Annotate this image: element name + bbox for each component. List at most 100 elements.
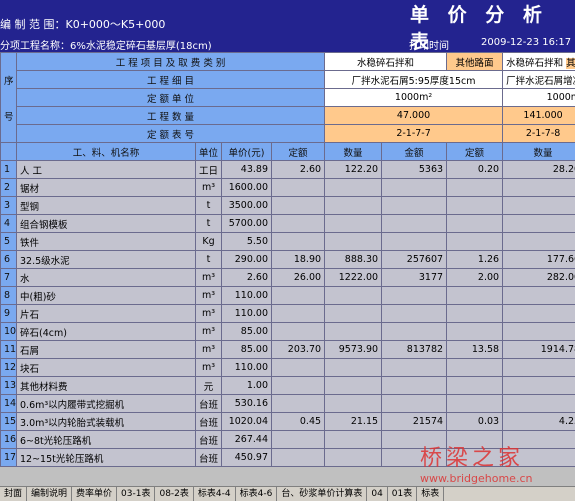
quota-value[interactable]	[272, 431, 325, 449]
quantity2-value[interactable]: 28.20	[503, 161, 575, 179]
amount-value[interactable]	[382, 359, 447, 377]
quota-value[interactable]: 18.90	[272, 251, 325, 269]
quantity-value[interactable]	[325, 287, 382, 305]
quantity2-value[interactable]	[503, 215, 575, 233]
quota2-value[interactable]	[447, 287, 503, 305]
quota2-value[interactable]	[447, 215, 503, 233]
quantity2-value[interactable]	[503, 179, 575, 197]
col2-detail[interactable]: 厂拌水泥石屑增减1	[503, 71, 575, 89]
quantity-value[interactable]: 122.20	[325, 161, 382, 179]
quota2-value[interactable]	[447, 179, 503, 197]
quantity-value[interactable]	[325, 215, 382, 233]
quota-value[interactable]	[272, 215, 325, 233]
amount-value[interactable]	[382, 233, 447, 251]
quota2-value[interactable]	[447, 197, 503, 215]
quantity2-value[interactable]	[503, 395, 575, 413]
quota2-value[interactable]: 2.00	[447, 269, 503, 287]
quantity-value[interactable]	[325, 449, 382, 467]
quota2-value[interactable]	[447, 359, 503, 377]
amount-value[interactable]: 5363	[382, 161, 447, 179]
amount-value[interactable]: 21574	[382, 413, 447, 431]
quantity2-value[interactable]	[503, 287, 575, 305]
quota2-value[interactable]	[447, 377, 503, 395]
quota-value[interactable]	[272, 197, 325, 215]
amount-value[interactable]: 257607	[382, 251, 447, 269]
amount-value[interactable]	[382, 323, 447, 341]
sheet-tab[interactable]: 08-2表	[155, 487, 193, 501]
quota-value[interactable]: 2.60	[272, 161, 325, 179]
quota2-value[interactable]	[447, 233, 503, 251]
col2-quantity[interactable]: 141.000	[503, 107, 575, 125]
quantity-value[interactable]	[325, 377, 382, 395]
sheet-tab[interactable]: 台、砂浆单价计算表	[277, 487, 367, 501]
quantity-value[interactable]	[325, 359, 382, 377]
quantity-value[interactable]: 888.30	[325, 251, 382, 269]
col1-table-no[interactable]: 2-1-7-7	[325, 125, 503, 143]
quantity2-value[interactable]	[503, 305, 575, 323]
quota-value[interactable]	[272, 233, 325, 251]
sheet-tab[interactable]: 04	[367, 487, 387, 501]
sheet-tab[interactable]: 标表4-6	[236, 487, 278, 501]
quantity2-value[interactable]: 282.00	[503, 269, 575, 287]
col1-category2[interactable]: 其他路面	[447, 53, 503, 71]
quota2-value[interactable]: 0.03	[447, 413, 503, 431]
amount-value[interactable]	[382, 287, 447, 305]
quota-value[interactable]	[272, 305, 325, 323]
quota2-value[interactable]: 13.58	[447, 341, 503, 359]
quantity-value[interactable]: 21.15	[325, 413, 382, 431]
quota2-value[interactable]: 1.26	[447, 251, 503, 269]
amount-value[interactable]	[382, 215, 447, 233]
quantity2-value[interactable]	[503, 233, 575, 251]
quota-value[interactable]	[272, 323, 325, 341]
quantity2-value[interactable]	[503, 323, 575, 341]
quota-value[interactable]: 203.70	[272, 341, 325, 359]
col1-detail[interactable]: 厂拌水泥石屑5:95厚度15cm	[325, 71, 503, 89]
quantity2-value[interactable]	[503, 377, 575, 395]
amount-value[interactable]: 813782	[382, 341, 447, 359]
quota2-value[interactable]: 0.20	[447, 161, 503, 179]
sheet-tab[interactable]: 封面	[0, 487, 27, 501]
quantity-value[interactable]	[325, 197, 382, 215]
quantity-value[interactable]	[325, 323, 382, 341]
sheet-tab[interactable]: 费率单价	[72, 487, 117, 501]
quantity2-value[interactable]	[503, 197, 575, 215]
quota-value[interactable]	[272, 179, 325, 197]
quota-value[interactable]	[272, 395, 325, 413]
sheet-tab[interactable]: 标表4-4	[194, 487, 236, 501]
quantity-value[interactable]: 9573.90	[325, 341, 382, 359]
col2-unit[interactable]: 1000m	[503, 89, 575, 107]
quota-value[interactable]: 0.45	[272, 413, 325, 431]
quantity2-value[interactable]: 4.23	[503, 413, 575, 431]
quota-value[interactable]	[272, 287, 325, 305]
quantity-value[interactable]	[325, 233, 382, 251]
quota-value[interactable]	[272, 449, 325, 467]
amount-value[interactable]	[382, 197, 447, 215]
amount-value[interactable]	[382, 377, 447, 395]
col1-category[interactable]: 水稳碎石拌和	[325, 53, 447, 71]
quantity-value[interactable]	[325, 431, 382, 449]
quota-value[interactable]	[272, 359, 325, 377]
quantity-value[interactable]	[325, 305, 382, 323]
amount-value[interactable]: 3177	[382, 269, 447, 287]
amount-value[interactable]	[382, 179, 447, 197]
amount-value[interactable]	[382, 395, 447, 413]
sheet-tab[interactable]: 编制说明	[27, 487, 72, 501]
quota2-value[interactable]	[447, 323, 503, 341]
quota-value[interactable]	[272, 377, 325, 395]
quantity-value[interactable]	[325, 179, 382, 197]
quantity2-value[interactable]: 177.66	[503, 251, 575, 269]
amount-value[interactable]	[382, 305, 447, 323]
quantity2-value[interactable]	[503, 359, 575, 377]
quota2-value[interactable]	[447, 395, 503, 413]
sheet-tab[interactable]: 01表	[388, 487, 417, 501]
col2-category[interactable]: 水稳碎石拌和 其他	[503, 53, 575, 71]
quantity2-value[interactable]: 1914.78	[503, 341, 575, 359]
col1-quantity[interactable]: 47.000	[325, 107, 503, 125]
sheet-tab[interactable]: 03-1表	[117, 487, 155, 501]
col2-table-no[interactable]: 2-1-7-8	[503, 125, 575, 143]
quantity-value[interactable]	[325, 395, 382, 413]
col1-unit[interactable]: 1000m²	[325, 89, 503, 107]
quota2-value[interactable]	[447, 305, 503, 323]
quota-value[interactable]: 26.00	[272, 269, 325, 287]
quantity-value[interactable]: 1222.00	[325, 269, 382, 287]
